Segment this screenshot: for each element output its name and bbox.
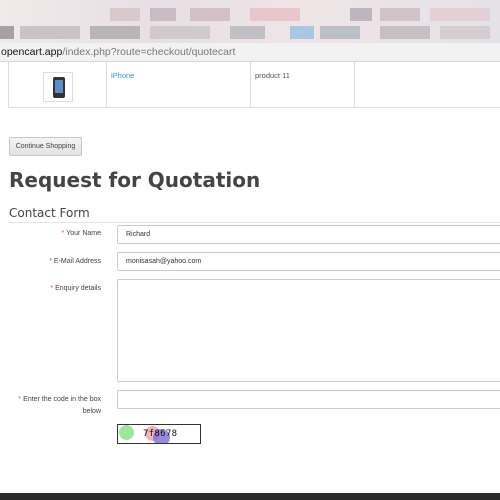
browser-tabs-bar xyxy=(0,0,500,43)
required-star: * xyxy=(61,230,65,237)
legend-divider xyxy=(9,222,500,223)
url-text: opencart.app/index.php?route=checkout/qu… xyxy=(1,46,236,58)
page-title: Request for Quotation xyxy=(9,168,261,192)
captcha-image: 7f8678 xyxy=(117,424,201,444)
product-thumbnail[interactable] xyxy=(43,72,73,102)
captcha-label: * Enter the code in the box below xyxy=(18,396,101,415)
name-input[interactable]: Richard xyxy=(117,225,500,244)
image-cell xyxy=(9,62,107,107)
footer xyxy=(0,493,500,500)
captcha-input[interactable] xyxy=(117,390,500,409)
required-star: * xyxy=(50,285,54,292)
required-star: * xyxy=(18,396,22,403)
iphone-icon xyxy=(53,77,65,98)
name-cell xyxy=(107,62,251,107)
email-label: * E-Mail Address xyxy=(49,258,101,265)
cart-table xyxy=(8,62,500,108)
form-legend: Contact Form xyxy=(9,206,90,220)
continue-shopping-button[interactable]: Continue Shopping xyxy=(9,137,82,156)
address-bar[interactable]: opencart.app/index.php?route=checkout/qu… xyxy=(0,43,500,62)
product-name-link[interactable]: iPhone xyxy=(111,71,134,80)
enquiry-label: * Enquiry details xyxy=(50,285,101,292)
enquiry-textarea[interactable] xyxy=(117,279,500,382)
email-input[interactable]: monisasah@yahoo.com xyxy=(117,252,500,271)
model-cell xyxy=(251,62,355,107)
captcha-code: 7f8678 xyxy=(143,429,178,439)
product-model: product 11 xyxy=(255,71,290,80)
name-label: * Your Name xyxy=(61,230,102,237)
required-star: * xyxy=(49,258,52,265)
